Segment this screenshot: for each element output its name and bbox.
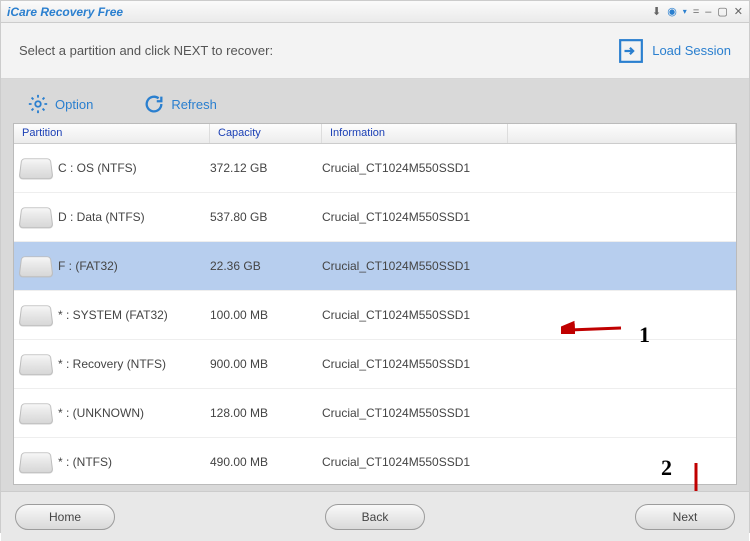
header: Select a partition and click NEXT to rec… <box>1 23 749 79</box>
window-controls: ⬇ ◉ ▾ = – ▢ ✕ <box>652 5 743 18</box>
drive-icon <box>14 451 58 473</box>
table-row[interactable]: C : OS (NTFS)372.12 GBCrucial_CT1024M550… <box>14 144 736 193</box>
table-row[interactable]: * : (NTFS)490.00 MBCrucial_CT1024M550SSD… <box>14 438 736 484</box>
drive-icon <box>14 255 58 277</box>
option-label: Option <box>55 97 93 112</box>
table-row[interactable]: * : Recovery (NTFS)900.00 MBCrucial_CT10… <box>14 340 736 389</box>
drive-icon <box>14 353 58 375</box>
partition-name: * : (NTFS) <box>58 455 210 469</box>
partition-info: Crucial_CT1024M550SSD1 <box>322 308 736 322</box>
partition-name: F : (FAT32) <box>58 259 210 273</box>
partition-capacity: 900.00 MB <box>210 357 322 371</box>
refresh-icon <box>143 93 165 115</box>
load-session-button[interactable]: Load Session <box>618 38 731 64</box>
table-row[interactable]: * : SYSTEM (FAT32)100.00 MBCrucial_CT102… <box>14 291 736 340</box>
col-spacer <box>508 124 736 143</box>
partition-capacity: 128.00 MB <box>210 406 322 420</box>
partition-capacity: 372.12 GB <box>210 161 322 175</box>
gear-icon <box>27 93 49 115</box>
partition-name: * : (UNKNOWN) <box>58 406 210 420</box>
next-button[interactable]: Next <box>635 504 735 530</box>
option-button[interactable]: Option <box>27 93 93 115</box>
globe-icon[interactable]: ◉ <box>667 5 677 18</box>
close-icon[interactable]: ✕ <box>734 5 743 18</box>
col-partition[interactable]: Partition <box>14 124 210 143</box>
drive-icon <box>14 157 58 179</box>
partition-name: D : Data (NTFS) <box>58 210 210 224</box>
drive-icon <box>14 402 58 424</box>
titlebar: iCare Recovery Free ⬇ ◉ ▾ = – ▢ ✕ <box>1 1 749 23</box>
partition-name: * : Recovery (NTFS) <box>58 357 210 371</box>
col-information[interactable]: Information <box>322 124 508 143</box>
partition-name: * : SYSTEM (FAT32) <box>58 308 210 322</box>
instruction-text: Select a partition and click NEXT to rec… <box>19 43 273 58</box>
col-capacity[interactable]: Capacity <box>210 124 322 143</box>
refresh-label: Refresh <box>171 97 217 112</box>
separator-icon: = <box>693 6 699 18</box>
partition-capacity: 490.00 MB <box>210 455 322 469</box>
partition-capacity: 537.80 GB <box>210 210 322 224</box>
partition-info: Crucial_CT1024M550SSD1 <box>322 210 736 224</box>
table-row[interactable]: * : (UNKNOWN)128.00 MBCrucial_CT1024M550… <box>14 389 736 438</box>
partition-info: Crucial_CT1024M550SSD1 <box>322 259 736 273</box>
drive-icon <box>14 304 58 326</box>
main-area: Option Refresh Partition Capacity Inform… <box>1 79 749 491</box>
load-session-label: Load Session <box>652 43 731 58</box>
partition-capacity: 22.36 GB <box>210 259 322 273</box>
partition-info: Crucial_CT1024M550SSD1 <box>322 161 736 175</box>
partition-info: Crucial_CT1024M550SSD1 <box>322 357 736 371</box>
window-title: iCare Recovery Free <box>7 5 652 19</box>
partition-table: Partition Capacity Information C : OS (N… <box>13 123 737 485</box>
partition-name: C : OS (NTFS) <box>58 161 210 175</box>
footer: Home Back Next <box>1 491 749 541</box>
table-body[interactable]: C : OS (NTFS)372.12 GBCrucial_CT1024M550… <box>14 144 736 484</box>
download-icon[interactable]: ⬇ <box>652 5 661 18</box>
refresh-button[interactable]: Refresh <box>143 93 217 115</box>
drive-icon <box>14 206 58 228</box>
minimize-icon[interactable]: – <box>705 6 711 18</box>
home-button[interactable]: Home <box>15 504 115 530</box>
partition-info: Crucial_CT1024M550SSD1 <box>322 455 736 469</box>
maximize-icon[interactable]: ▢ <box>717 5 727 18</box>
back-button[interactable]: Back <box>325 504 425 530</box>
dropdown-icon[interactable]: ▾ <box>683 7 687 16</box>
table-row[interactable]: D : Data (NTFS)537.80 GBCrucial_CT1024M5… <box>14 193 736 242</box>
toolbar: Option Refresh <box>13 89 737 123</box>
table-header: Partition Capacity Information <box>14 124 736 144</box>
partition-capacity: 100.00 MB <box>210 308 322 322</box>
table-row[interactable]: F : (FAT32)22.36 GBCrucial_CT1024M550SSD… <box>14 242 736 291</box>
load-session-icon <box>618 38 644 64</box>
partition-info: Crucial_CT1024M550SSD1 <box>322 406 736 420</box>
